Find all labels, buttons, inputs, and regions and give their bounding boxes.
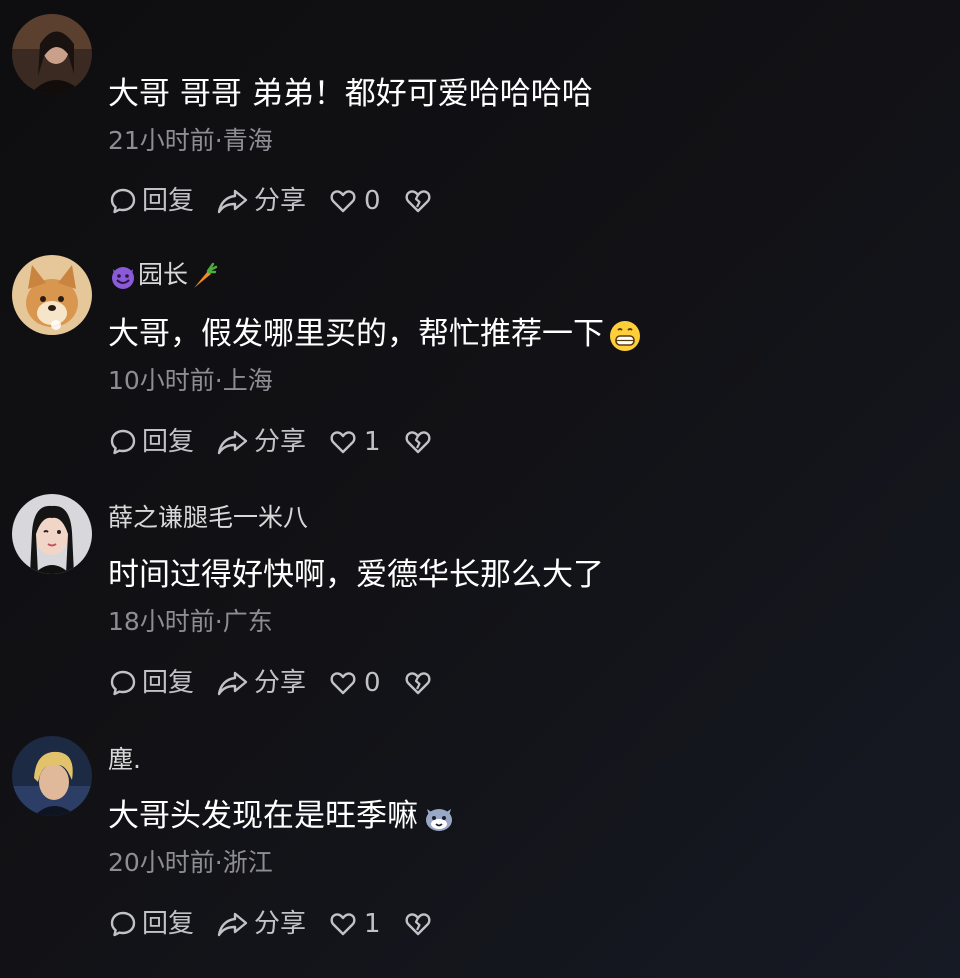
carrot-emoji-icon xyxy=(194,262,218,288)
comment-actions: 回复 分享 1 xyxy=(108,906,459,942)
comment-text: 大哥头发现在是旺季嘛 xyxy=(108,796,456,836)
dislike-button[interactable] xyxy=(403,427,437,457)
comment-meta: 21小时前·青海 xyxy=(108,126,273,155)
share-button[interactable]: 分享 xyxy=(216,665,306,701)
user-avatar[interactable] xyxy=(12,736,92,816)
comment-meta: 10小时前·上海 xyxy=(108,366,273,395)
reply-label: 回复 xyxy=(142,909,195,939)
broken-heart-icon xyxy=(405,913,431,936)
like-button[interactable]: 1 xyxy=(328,906,381,942)
broken-heart-icon xyxy=(405,190,431,213)
reply-button[interactable]: 回复 xyxy=(108,424,194,460)
comment-text: 时间过得好快啊，爱德华长那么大了 xyxy=(108,557,604,593)
comment-text-content: 大哥头发现在是旺季嘛 xyxy=(108,798,418,834)
comment-item: 塵. 大哥头发现在是旺季嘛 20小时前·浙江 回复 分享 1 xyxy=(0,722,960,962)
like-count: 1 xyxy=(364,427,381,457)
avatar-woman-winking-icon xyxy=(12,494,92,574)
share-arrow-icon xyxy=(217,671,248,696)
reply-label: 回复 xyxy=(142,668,195,698)
like-count: 1 xyxy=(364,909,381,939)
share-button[interactable]: 分享 xyxy=(216,183,306,219)
comment-username[interactable]: 塵. xyxy=(108,745,141,775)
share-label: 分享 xyxy=(254,668,307,698)
user-avatar[interactable] xyxy=(12,14,92,94)
avatar-shiba-dog-icon xyxy=(12,255,92,335)
reply-button[interactable]: 回复 xyxy=(108,665,194,701)
comment-username[interactable]: 薛之谦腿毛一米八 xyxy=(108,503,308,533)
like-count: 0 xyxy=(364,668,381,698)
cat-face-emoji-icon xyxy=(426,808,452,831)
comment-text: 大哥，假发哪里买的，帮忙推荐一下 xyxy=(108,314,642,354)
share-label: 分享 xyxy=(254,186,307,216)
reply-label: 回复 xyxy=(142,186,195,216)
reply-button[interactable]: 回复 xyxy=(108,183,194,219)
username-text: 园长 xyxy=(138,260,189,289)
grinning-face-emoji-icon xyxy=(610,320,640,351)
comment-meta: 18小时前·广东 xyxy=(108,607,273,636)
like-button[interactable]: 1 xyxy=(328,424,381,460)
share-label: 分享 xyxy=(254,909,307,939)
avatar-woman-dark-photo-icon xyxy=(12,14,92,94)
comment-actions: 回复 分享 0 xyxy=(108,183,459,219)
heart-icon xyxy=(330,190,356,213)
like-button[interactable]: 0 xyxy=(328,665,381,701)
share-button[interactable]: 分享 xyxy=(216,424,306,460)
heart-icon xyxy=(330,431,356,454)
comment-bubble-icon xyxy=(110,429,136,455)
reply-label: 回复 xyxy=(142,427,195,457)
avatar-man-blond-icon xyxy=(12,736,92,816)
share-arrow-icon xyxy=(217,430,248,455)
comment-text: 大哥 哥哥 弟弟！都好可爱哈哈哈哈 xyxy=(108,76,593,112)
comment-bubble-icon xyxy=(110,670,136,696)
like-button[interactable]: 0 xyxy=(328,183,381,219)
user-avatar[interactable] xyxy=(12,255,92,335)
like-count: 0 xyxy=(364,186,381,216)
comment-item: 园长 大哥，假发哪里买的，帮忙推荐一下 10小时前·上海 回复 分享 1 xyxy=(0,240,960,480)
user-avatar[interactable] xyxy=(12,494,92,574)
share-button[interactable]: 分享 xyxy=(216,906,306,942)
broken-heart-icon xyxy=(405,431,431,454)
comment-actions: 回复 分享 0 xyxy=(108,665,459,701)
smiling-devil-emoji-icon xyxy=(112,267,134,289)
dislike-button[interactable] xyxy=(403,909,437,939)
heart-icon xyxy=(330,672,356,695)
comment-meta: 20小时前·浙江 xyxy=(108,848,273,877)
comment-username[interactable]: 园长 xyxy=(108,260,218,291)
share-label: 分享 xyxy=(254,427,307,457)
share-arrow-icon xyxy=(217,189,248,214)
comment-item: 薛之谦腿毛一米八 时间过得好快啊，爱德华长那么大了 18小时前·广东 回复 分享… xyxy=(0,481,960,721)
reply-button[interactable]: 回复 xyxy=(108,906,194,942)
comment-item: 大哥 哥哥 弟弟！都好可爱哈哈哈哈 21小时前·青海 回复 分享 0 xyxy=(0,0,960,240)
broken-heart-icon xyxy=(405,672,431,695)
share-arrow-icon xyxy=(217,912,248,937)
comment-actions: 回复 分享 1 xyxy=(108,424,459,460)
comment-bubble-icon xyxy=(110,188,136,214)
comment-bubble-icon xyxy=(110,911,136,937)
heart-icon xyxy=(330,913,356,936)
comment-text-content: 大哥，假发哪里买的，帮忙推荐一下 xyxy=(108,316,604,352)
dislike-button[interactable] xyxy=(403,186,437,216)
dislike-button[interactable] xyxy=(403,668,437,698)
